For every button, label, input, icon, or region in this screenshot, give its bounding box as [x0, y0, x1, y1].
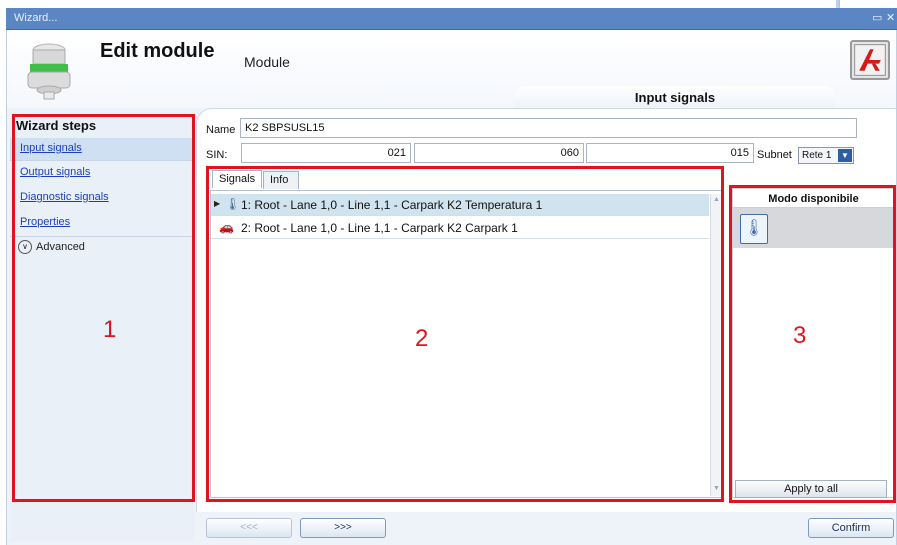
annotation-number-1: 1 [103, 316, 117, 343]
annotation-box-1 [12, 114, 195, 502]
close-icon[interactable]: ✕ [886, 11, 895, 24]
name-label: Name [206, 124, 236, 136]
top-edge-mark: ⫼ [836, 0, 841, 9]
subnet-value: Rete 1 [802, 150, 832, 161]
confirm-button[interactable]: Confirm [808, 518, 894, 538]
brand-logo-icon [850, 40, 890, 80]
annotation-number-2: 2 [415, 325, 429, 352]
sin-field-3[interactable]: 015 [586, 143, 754, 163]
next-button[interactable]: >>> [300, 518, 386, 538]
name-field[interactable]: K2 SBPSUSL15 [240, 118, 857, 138]
annotation-number-3: 3 [793, 322, 807, 349]
module-sensor-icon [27, 43, 71, 100]
step-banner-label: Input signals [634, 90, 716, 105]
dropdown-arrow-icon[interactable]: ▼ [838, 149, 852, 162]
maximize-icon[interactable]: ▭ [872, 11, 882, 24]
annotation-box-3 [729, 185, 896, 503]
subnet-select[interactable]: Rete 1 ▼ [798, 147, 854, 164]
subnet-label: Subnet [757, 149, 792, 161]
window-title-bar: Wizard... ▭ ✕ [6, 8, 897, 30]
sin-label: SIN: [206, 149, 228, 161]
previous-button[interactable]: <<< [206, 518, 292, 538]
sin-field-2[interactable]: 060 [414, 143, 584, 163]
window-title: Wizard... [14, 12, 58, 24]
page-subtitle: Module [244, 54, 290, 70]
sin-field-1[interactable]: 021 [241, 143, 411, 163]
page-title: Edit module [100, 40, 215, 62]
annotation-box-2 [206, 166, 724, 502]
